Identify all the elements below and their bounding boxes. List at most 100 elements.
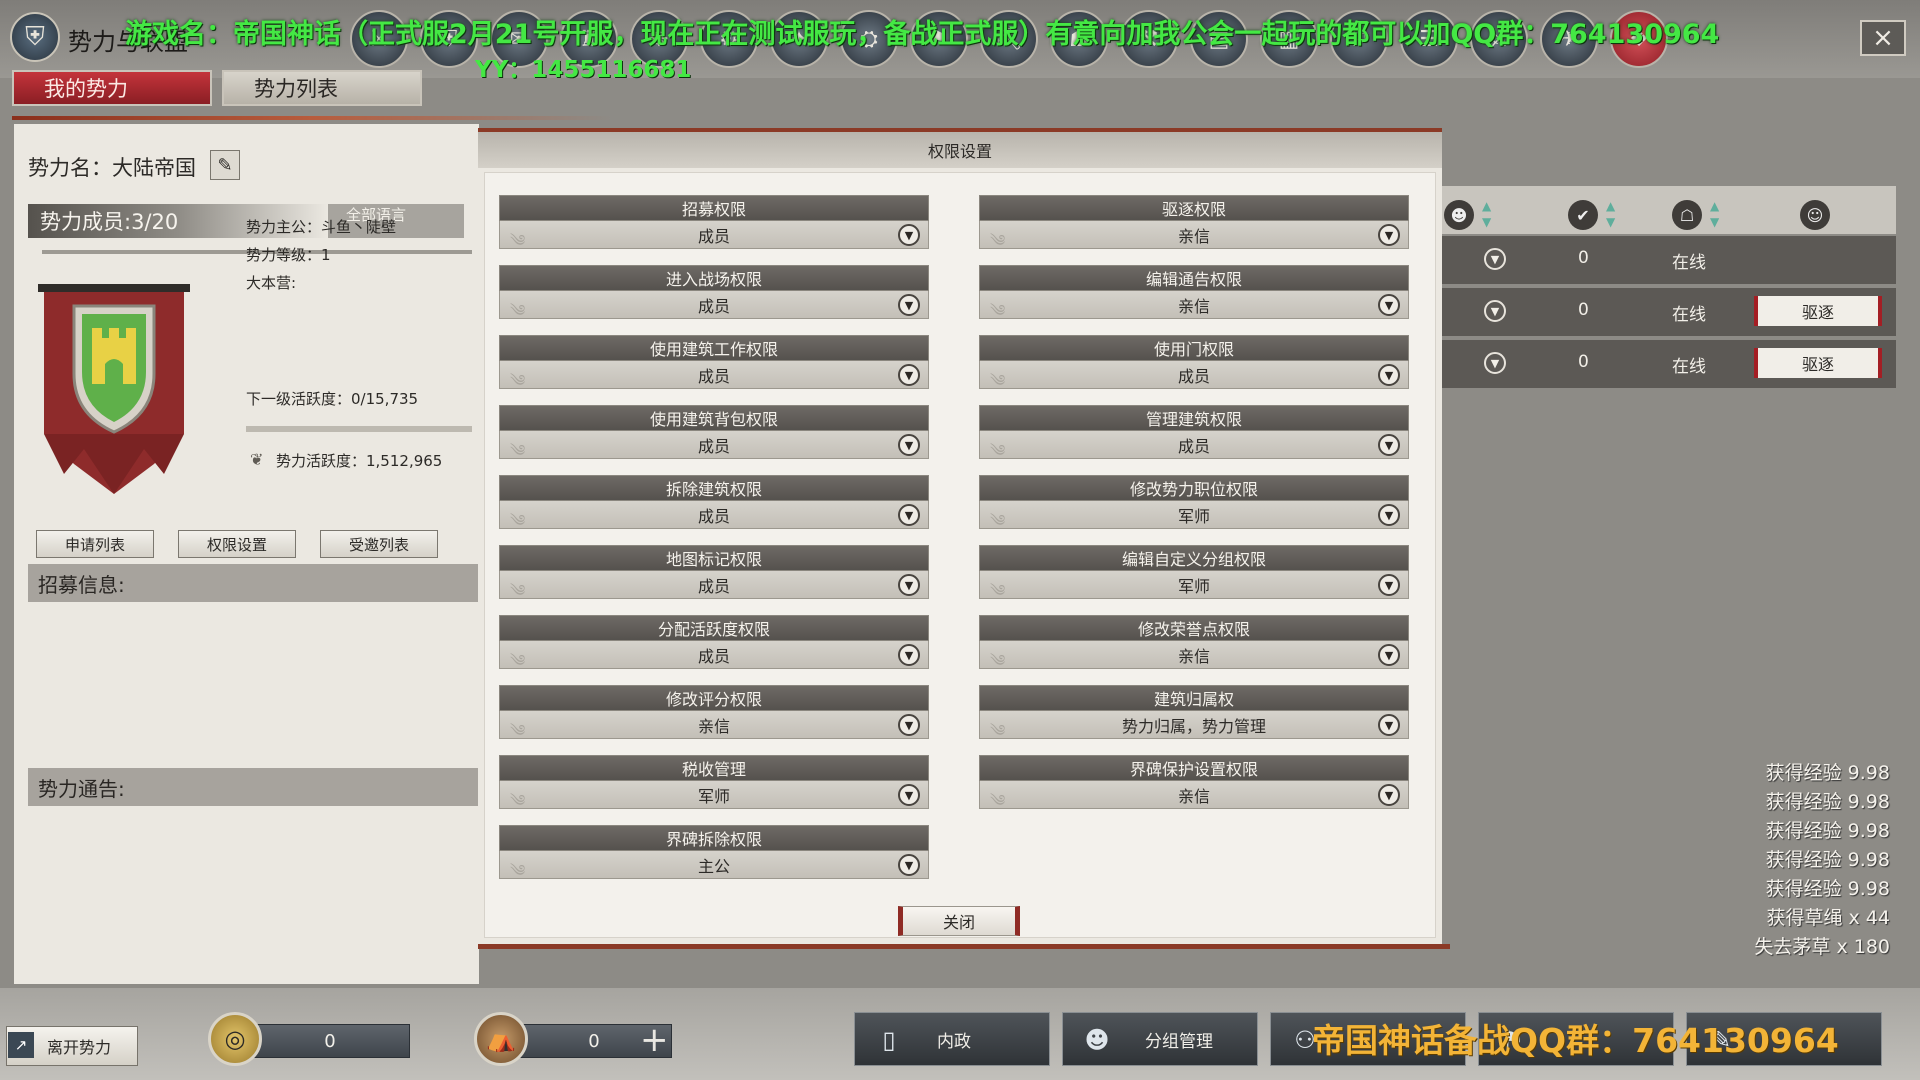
faction-banner-icon	[38, 284, 190, 494]
table-row[interactable]: ▼ 0 在线 驱逐	[1440, 340, 1896, 388]
permission-label: 修改评分权限	[499, 685, 929, 711]
member-contribution: 0	[1578, 352, 1589, 372]
permission-dropdown[interactable]: ༄ 成员 ▼	[979, 431, 1409, 460]
notice-text[interactable]	[28, 806, 479, 976]
tab-my-faction[interactable]: 我的势力	[12, 70, 212, 106]
table-row[interactable]: ▼ 0 在线 驱逐	[1440, 288, 1896, 336]
chevron-down-icon[interactable]: ▼	[898, 644, 920, 666]
invite-list-button[interactable]: 受邀列表	[320, 530, 438, 558]
permission-dropdown[interactable]: ༄ 成员 ▼	[499, 361, 929, 390]
permission-dropdown[interactable]: ༄ 亲信 ▼	[979, 781, 1409, 810]
permission-dropdown[interactable]: ༄ 成员 ▼	[499, 501, 929, 530]
permission-dropdown[interactable]: ༄ 成员 ▼	[499, 221, 929, 250]
permission-dropdown[interactable]: ༄ 主公 ▼	[499, 851, 929, 880]
chevron-down-icon[interactable]: ▼	[898, 854, 920, 876]
swirl-icon: ༄	[990, 511, 1006, 530]
close-icon: ×	[1872, 23, 1894, 53]
permission-item: 进入战场权限 ༄ 成员 ▼	[499, 265, 929, 323]
chevron-down-icon[interactable]: ▼	[1484, 248, 1506, 270]
swirl-icon: ༄	[510, 511, 526, 530]
permission-value: 军师	[1177, 576, 1210, 596]
permission-dropdown[interactable]: ༄ 亲信 ▼	[499, 711, 929, 740]
close-dialog-button[interactable]: 关闭	[898, 906, 1020, 936]
log-entry: 获得经验 9.98	[1765, 849, 1890, 871]
people-icon: ☻	[1084, 1026, 1110, 1054]
member-contribution: 0	[1578, 300, 1589, 320]
permission-dropdown[interactable]: ༄ 军师 ▼	[499, 781, 929, 810]
permission-dropdown[interactable]: ༄ 势力归属，势力管理 ▼	[979, 711, 1409, 740]
chevron-down-icon[interactable]: ▼	[1378, 434, 1400, 456]
chevron-down-icon[interactable]: ▼	[1378, 294, 1400, 316]
permission-value: 成员	[697, 436, 730, 456]
chevron-down-icon[interactable]: ▼	[1378, 574, 1400, 596]
chevron-down-icon[interactable]: ▼	[898, 574, 920, 596]
chevron-down-icon[interactable]: ▼	[898, 224, 920, 246]
contribution-icon[interactable]: ✔	[1568, 200, 1598, 230]
sort-arrows-icon[interactable]: ▲ ▼	[1710, 198, 1719, 230]
chevron-down-icon[interactable]: ▼	[898, 504, 920, 526]
internal-affairs-button[interactable]: ▯ 内政	[854, 1012, 1050, 1066]
chevron-down-icon[interactable]: ▼	[1484, 352, 1506, 374]
permission-dropdown[interactable]: ༄ 成员 ▼	[499, 641, 929, 670]
chevron-down-icon[interactable]: ▼	[898, 714, 920, 736]
notice-heading: 势力通告:	[28, 768, 479, 806]
permission-value: 成员	[697, 226, 730, 246]
permission-dropdown[interactable]: ༄ 亲信 ▼	[979, 221, 1409, 250]
chevron-down-icon[interactable]: ▼	[898, 294, 920, 316]
permission-item: 税收管理 ༄ 军师 ▼	[499, 755, 929, 813]
permission-dropdown[interactable]: ༄ 亲信 ▼	[979, 291, 1409, 320]
permission-dropdown[interactable]: ༄ 亲信 ▼	[979, 641, 1409, 670]
permission-value: 亲信	[1177, 226, 1210, 246]
faction-camp: 大本营:	[246, 274, 297, 292]
divider	[12, 116, 612, 120]
chevron-down-icon[interactable]: ▼	[1378, 714, 1400, 736]
permission-settings-button[interactable]: 权限设置	[178, 530, 296, 558]
edit-name-button[interactable]: ✎	[210, 150, 240, 180]
swirl-icon: ༄	[990, 371, 1006, 390]
faction-info-panel: 势力名：大陆帝国 ✎ 势力成员:3/20 全部语言 势力主公：斗鱼丶陡壁 势力等…	[14, 124, 479, 984]
chevron-down-icon[interactable]: ▼	[1378, 784, 1400, 806]
swirl-icon: ༄	[510, 651, 526, 670]
swirl-icon: ༄	[510, 371, 526, 390]
status-icon[interactable]: ☖	[1672, 200, 1702, 230]
chevron-down-icon[interactable]: ▼	[898, 364, 920, 386]
table-row[interactable]: ▼ 0 在线	[1440, 236, 1896, 284]
permission-value: 成员	[697, 576, 730, 596]
permission-dropdown[interactable]: ༄ 成员 ▼	[979, 361, 1409, 390]
kick-button[interactable]: 驱逐	[1754, 296, 1882, 326]
chevron-down-icon[interactable]: ▼	[1378, 364, 1400, 386]
tab-faction-list[interactable]: 势力列表	[222, 70, 422, 106]
chevron-down-icon[interactable]: ▼	[1378, 224, 1400, 246]
permission-dropdown[interactable]: ༄ 成员 ▼	[499, 431, 929, 460]
coin-icon: ◎	[208, 1012, 262, 1066]
sort-arrows-icon[interactable]: ▲ ▼	[1482, 198, 1491, 230]
permission-dropdown[interactable]: ༄ 成员 ▼	[499, 291, 929, 320]
permission-dropdown[interactable]: ༄ 军师 ▼	[979, 571, 1409, 600]
close-window-button[interactable]: ×	[1860, 20, 1906, 56]
book-icon: ▯	[882, 1026, 896, 1054]
chevron-down-icon[interactable]: ▼	[898, 784, 920, 806]
permission-label: 分配活跃度权限	[499, 615, 929, 641]
recruit-info-text[interactable]	[28, 602, 479, 762]
permission-dropdown[interactable]: ༄ 成员 ▼	[499, 571, 929, 600]
member-icon[interactable]: ☻	[1444, 200, 1474, 230]
chevron-down-icon[interactable]: ▼	[1484, 300, 1506, 322]
log-entry: 获得经验 9.98	[1765, 791, 1890, 813]
permission-dropdown[interactable]: ༄ 军师 ▼	[979, 501, 1409, 530]
kick-button[interactable]: 驱逐	[1754, 348, 1882, 378]
group-management-button[interactable]: ☻ 分组管理	[1062, 1012, 1258, 1066]
swirl-icon: ༄	[510, 861, 526, 880]
chevron-down-icon[interactable]: ▼	[1378, 644, 1400, 666]
chevron-down-icon[interactable]: ▼	[898, 434, 920, 456]
swirl-icon: ༄	[990, 791, 1006, 810]
log-entry: 失去茅草 x 180	[1754, 936, 1890, 958]
permission-label: 编辑通告权限	[979, 265, 1409, 291]
permission-value: 成员	[1177, 436, 1210, 456]
apply-list-button[interactable]: 申请列表	[36, 530, 154, 558]
sort-arrows-icon[interactable]: ▲ ▼	[1606, 198, 1615, 230]
permission-item: 界碑拆除权限 ༄ 主公 ▼	[499, 825, 929, 883]
chevron-down-icon[interactable]: ▼	[1378, 504, 1400, 526]
add-resource-button[interactable]: +	[640, 1020, 669, 1060]
permission-value: 军师	[697, 786, 730, 806]
permission-label: 修改势力职位权限	[979, 475, 1409, 501]
